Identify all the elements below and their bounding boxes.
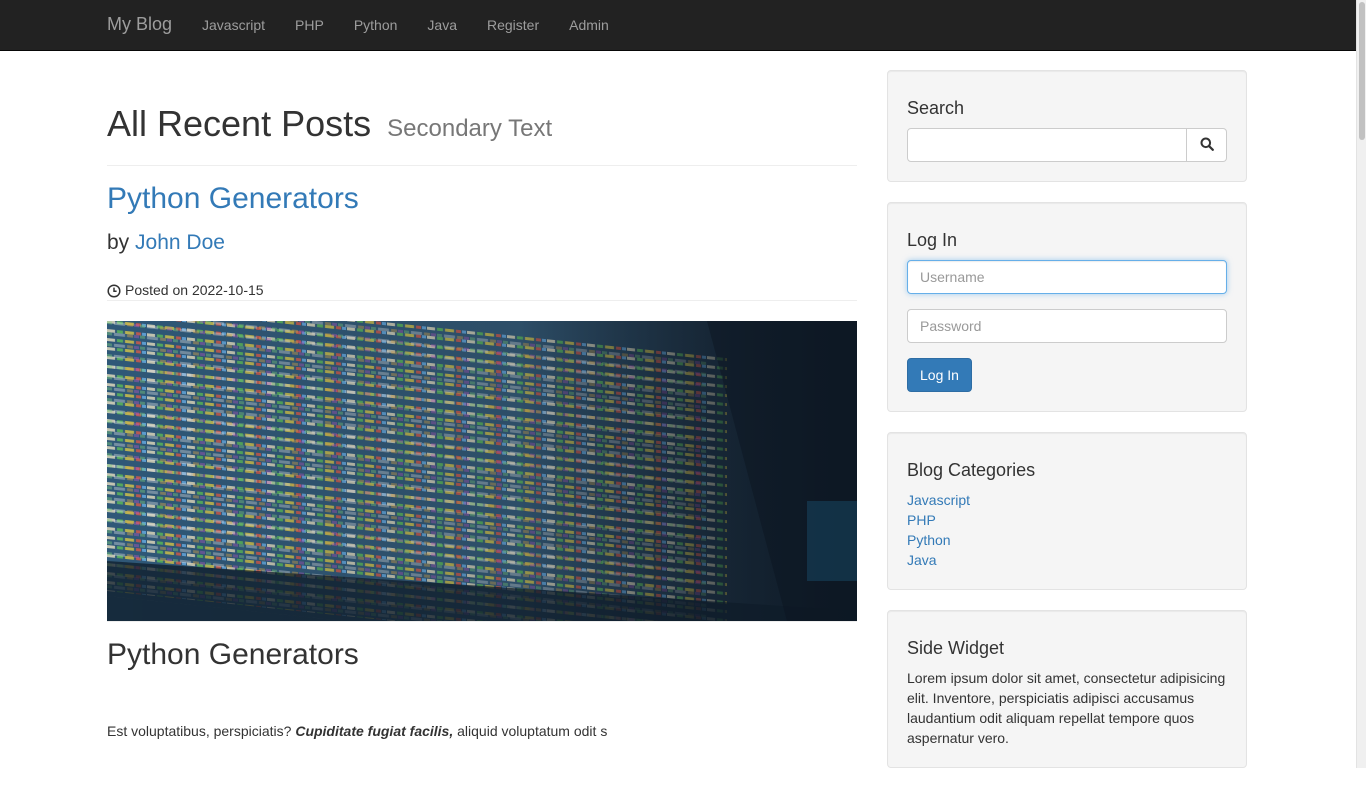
category-link-python[interactable]: Python — [907, 532, 951, 548]
category-item: Python — [907, 530, 1227, 550]
author-link[interactable]: John Doe — [135, 231, 225, 254]
scrollbar-thumb[interactable] — [1359, 2, 1365, 140]
side-widget-title: Side Widget — [907, 638, 1005, 658]
posted-prefix: Posted on — [125, 282, 189, 298]
brand-link[interactable]: My Blog — [107, 13, 172, 35]
login-widget: Log In Log In — [887, 202, 1247, 412]
nav-link-python[interactable]: Python — [339, 0, 413, 50]
page-title: All Recent Posts Secondary Text — [107, 104, 857, 149]
post-body-text-end: aliquid voluptatum odit s — [457, 723, 608, 739]
categories-widget: Blog Categories Javascript PHP Python Ja… — [887, 432, 1247, 590]
category-item: Java — [907, 550, 1227, 570]
post-image — [107, 321, 857, 621]
category-item: PHP — [907, 510, 1227, 530]
side-widget: Side Widget Lorem ipsum dolor sit amet, … — [887, 610, 1247, 768]
search-widget: Search — [887, 70, 1247, 182]
post-date: 2022-10-15 — [191, 282, 264, 298]
nav-link-java[interactable]: Java — [412, 0, 472, 50]
post-title-link[interactable]: Python Generators — [107, 182, 359, 215]
divider — [107, 300, 857, 301]
post-heading: Python Generators — [107, 638, 359, 671]
post-body: Est voluptatibus, perspiciatis? Cupidita… — [107, 721, 857, 741]
sidebar: Search Log In Log In Blog Categories — [887, 70, 1247, 788]
page-scrollbar[interactable] — [1356, 0, 1366, 768]
post-body-text: Est voluptatibus, perspiciatis? — [107, 723, 292, 739]
category-list: Javascript PHP Python Java — [907, 490, 1227, 570]
search-input[interactable] — [907, 128, 1187, 162]
clock-icon — [107, 283, 121, 298]
post-author-line: by John Doe — [107, 228, 857, 258]
search-button[interactable] — [1187, 128, 1227, 162]
nav-link-javascript[interactable]: Javascript — [187, 0, 280, 50]
nav-link-php[interactable]: PHP — [280, 0, 339, 50]
post-title: Python Generators — [107, 182, 857, 216]
nav-links: Javascript PHP Python Java Register Admi… — [187, 0, 624, 50]
categories-title: Blog Categories — [907, 460, 1036, 480]
username-group — [907, 260, 1227, 294]
category-link-javascript[interactable]: Javascript — [907, 492, 970, 508]
nav-link-register[interactable]: Register — [472, 0, 554, 50]
by-prefix: by — [107, 231, 130, 254]
post-date-line: Posted on 2022-10-15 — [107, 280, 857, 300]
page-subtitle: Secondary Text — [387, 115, 553, 142]
password-input[interactable] — [907, 309, 1227, 343]
category-link-php[interactable]: PHP — [907, 512, 936, 528]
login-button[interactable]: Log In — [907, 358, 972, 392]
category-link-java[interactable]: Java — [907, 552, 937, 568]
post-body-emphasis: Cupiditate fugiat facilis, — [295, 723, 454, 739]
page-header: All Recent Posts Secondary Text — [107, 104, 857, 166]
search-title: Search — [907, 98, 965, 118]
category-item: Javascript — [907, 490, 1227, 510]
divider — [107, 621, 857, 622]
side-widget-text: Lorem ipsum dolor sit amet, consectetur … — [907, 670, 1226, 746]
password-group — [907, 309, 1227, 343]
nav-link-admin[interactable]: Admin — [554, 0, 624, 50]
main-column: All Recent Posts Secondary Text Python G… — [107, 51, 857, 755]
search-group — [907, 128, 1227, 162]
login-title: Log In — [907, 230, 958, 250]
search-icon — [1200, 137, 1214, 154]
page-title-text: All Recent Posts — [107, 103, 372, 144]
username-input[interactable] — [907, 260, 1227, 294]
top-navbar: My Blog Javascript PHP Python Java Regis… — [0, 0, 1356, 51]
